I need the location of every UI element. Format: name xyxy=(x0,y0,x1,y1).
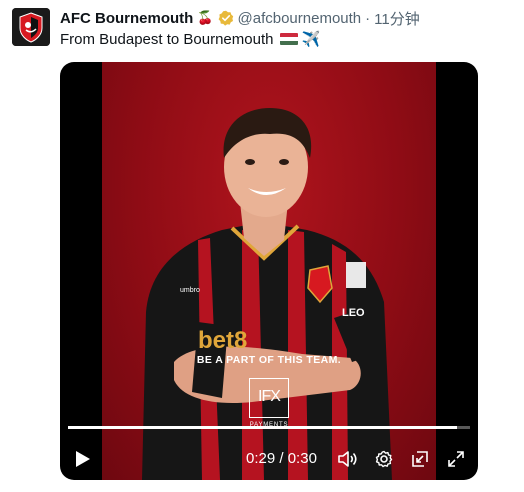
time-separator: / xyxy=(275,450,288,467)
tweet-body: From Budapest to Bournemouth xyxy=(60,31,274,48)
current-time: 0:29 xyxy=(246,450,276,467)
settings-button[interactable] xyxy=(373,448,395,470)
video-tagline: BE A PART OF THIS TEAM. xyxy=(196,354,342,366)
svg-text:bet8: bet8 xyxy=(198,327,247,354)
tweet-text: From Budapest to Bournemouth ✈️ xyxy=(60,30,320,50)
play-button[interactable] xyxy=(72,448,94,470)
picture-in-picture-icon xyxy=(412,451,428,467)
tweet-header: AFC Bournemouth 🍒 @afcbournemouth · 11分钟 xyxy=(60,8,516,28)
video-time: 0:29 / 0:30 xyxy=(246,450,317,467)
cherry-emoji: 🍒 xyxy=(197,10,214,25)
fullscreen-icon xyxy=(448,451,464,467)
svg-text:LEO: LEO xyxy=(342,307,365,319)
volume-button[interactable] xyxy=(337,448,359,470)
settings-gear-icon xyxy=(375,450,393,468)
video-progress-fill xyxy=(68,426,457,429)
partner-logo: IFX xyxy=(249,378,289,418)
avatar[interactable] xyxy=(12,8,50,46)
video-frame: umbro LEO bet8 BE A PART OF THIS TEAM. I… xyxy=(102,62,436,480)
club-crest-icon xyxy=(12,8,50,46)
hungary-flag-icon xyxy=(279,33,298,45)
airplane-emoji: ✈️ xyxy=(301,31,321,48)
play-icon xyxy=(76,451,90,467)
fullscreen-button[interactable] xyxy=(445,448,467,470)
picture-in-picture-button[interactable] xyxy=(409,448,431,470)
svg-text:umbro: umbro xyxy=(180,287,200,294)
duration: 0:30 xyxy=(287,450,317,467)
verified-badge-icon xyxy=(218,10,234,26)
timestamp[interactable]: 11分钟 xyxy=(374,8,420,29)
volume-icon xyxy=(338,451,357,467)
meta-separator: · xyxy=(365,9,371,27)
video-controls: 0:29 / 0:30 xyxy=(60,442,478,476)
video-progress-bar[interactable] xyxy=(68,426,470,429)
video-player[interactable]: umbro LEO bet8 BE A PART OF THIS TEAM. I… xyxy=(60,62,478,480)
account-name[interactable]: AFC Bournemouth xyxy=(60,10,193,27)
account-handle[interactable]: @afcbournemouth xyxy=(238,10,362,27)
